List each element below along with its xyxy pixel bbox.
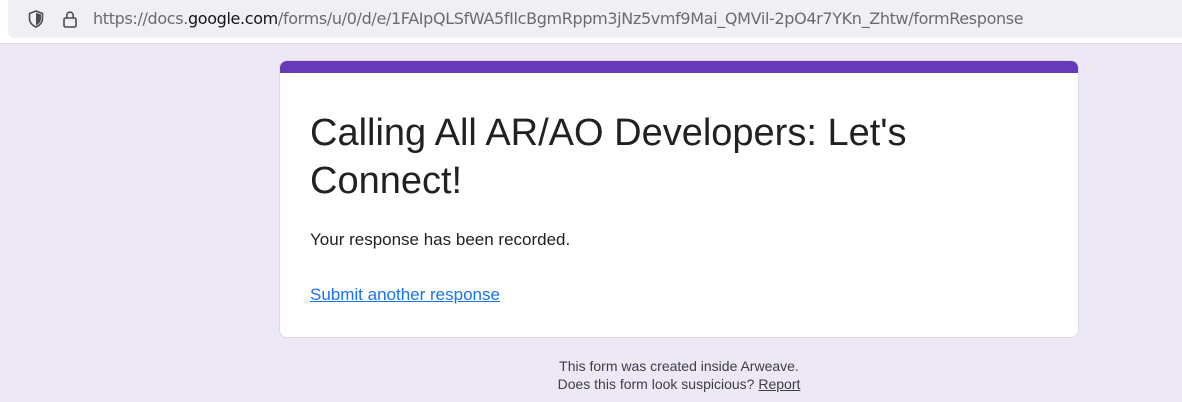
submit-another-response-link[interactable]: Submit another response	[310, 284, 500, 306]
footer-suspicious-text: Does this form look suspicious?	[557, 376, 755, 392]
footer-created-text: This form was created inside Arweave.	[559, 358, 799, 374]
browser-address-bar: https://docs.google.com/forms/u/0/d/e/1F…	[0, 0, 1182, 44]
url-path: /forms/u/0/d/e/1FAIpQLSfWA5fIlcBgmRppm3j…	[277, 9, 1024, 28]
shield-icon[interactable]	[26, 9, 46, 29]
confirmation-message: Your response has been recorded.	[310, 230, 571, 249]
form-title: Calling All AR/AO Developers: Let's Conn…	[310, 112, 907, 202]
url-domain: google.com	[187, 9, 278, 28]
url-prefix: https://docs.	[93, 9, 188, 28]
url-field[interactable]: https://docs.google.com/forms/u/0/d/e/1F…	[8, 0, 1182, 38]
footer: This form was created inside Arweave. Do…	[279, 357, 1079, 393]
url-text[interactable]: https://docs.google.com/forms/u/0/d/e/1F…	[93, 9, 1024, 29]
card-accent-bar	[280, 61, 1078, 73]
lock-icon[interactable]	[60, 9, 80, 29]
form-response-card: Calling All AR/AO Developers: Let's Conn…	[279, 60, 1079, 338]
footer-suspicious-line: Does this form look suspicious? Report	[279, 375, 1079, 393]
report-link[interactable]: Report	[758, 376, 800, 392]
